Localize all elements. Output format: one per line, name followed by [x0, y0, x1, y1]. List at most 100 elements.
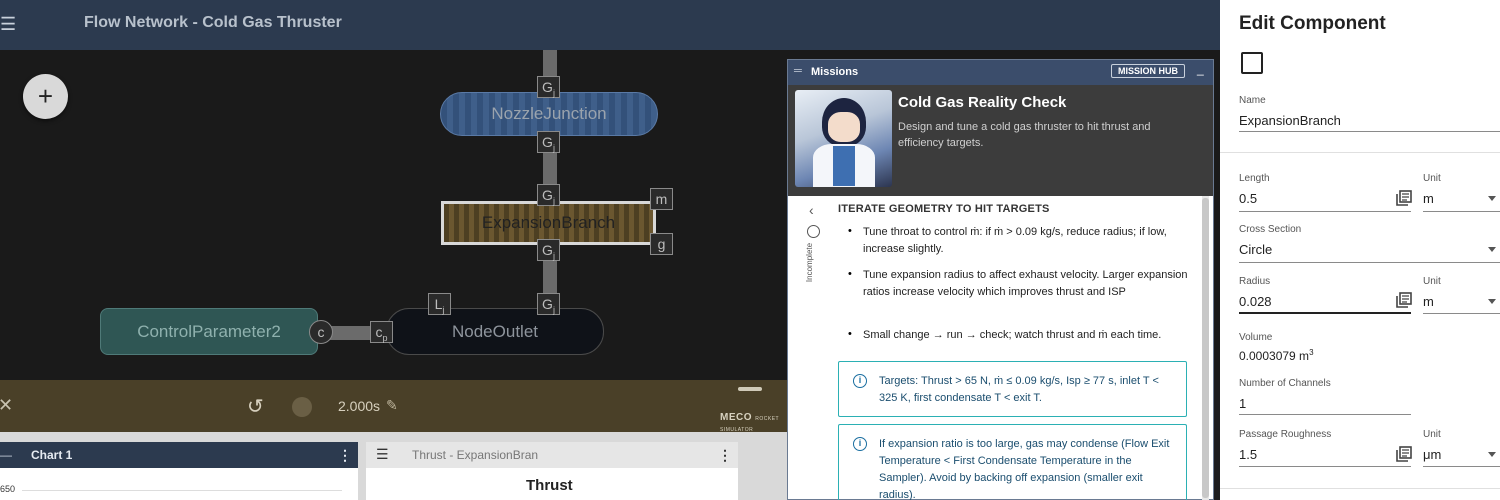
drag-icon[interactable]: ☰ — [376, 446, 389, 463]
cross-section-underline — [1239, 262, 1500, 263]
edit-component-panel: Edit Component Name ExpansionBranch Leng… — [1220, 0, 1500, 500]
y-tick: 650 — [0, 484, 16, 494]
chevron-down-icon[interactable] — [1488, 452, 1496, 457]
close-icon[interactable]: ✕ — [0, 395, 13, 416]
grid-line — [22, 490, 342, 491]
mission-summary: Cold Gas Reality Check Design and tune a… — [788, 85, 1213, 196]
roughness-unit-label: Unit — [1423, 429, 1441, 440]
mission-title: Cold Gas Reality Check — [898, 94, 1067, 111]
roughness-label: Passage Roughness — [1239, 429, 1332, 440]
length-unit-label: Unit — [1423, 173, 1441, 184]
add-component-button[interactable]: + — [23, 74, 68, 119]
node-outlet[interactable]: NodeOutlet — [386, 308, 604, 355]
length-label: Length — [1239, 173, 1270, 184]
radius-label: Radius — [1239, 276, 1271, 287]
length-unit-select[interactable]: m — [1423, 191, 1434, 206]
divider — [1220, 152, 1500, 153]
port-cp[interactable]: cp — [370, 321, 393, 343]
missions-header: ═ Missions MISSION HUB _ — [788, 60, 1213, 85]
drag-icon[interactable]: — — [0, 448, 12, 462]
edit-time-icon[interactable]: ✎ — [386, 397, 398, 414]
scrollbar-thumb[interactable] — [1202, 198, 1209, 498]
cross-section-select[interactable]: Circle — [1239, 242, 1272, 257]
status-label: Incomplete — [805, 242, 815, 283]
back-chevron-icon[interactable]: ‹ — [809, 202, 814, 218]
chart-card-1: — Chart 1 ⋮ 650 — [0, 442, 358, 500]
port-c[interactable]: c — [309, 320, 333, 344]
roughness-underline — [1239, 466, 1411, 467]
node-control-parameter[interactable]: ControlParameter2 — [100, 308, 318, 355]
bullet-dot: • — [848, 328, 852, 340]
component-checkbox[interactable] — [1241, 52, 1263, 74]
more-icon[interactable]: ⋮ — [718, 447, 732, 464]
divider — [1220, 488, 1500, 489]
radius-unit-underline — [1423, 313, 1500, 314]
more-icon[interactable]: ⋮ — [338, 447, 352, 464]
roughness-input[interactable]: 1.5 — [1239, 447, 1257, 462]
mission-hub-button[interactable]: MISSION HUB — [1111, 64, 1186, 78]
scrollbar[interactable] — [1202, 196, 1209, 500]
sim-time: 2.000s — [338, 398, 381, 414]
panel-title: Edit Component — [1239, 13, 1386, 34]
condensation-text: If expansion ratio is too large, gas may… — [879, 438, 1170, 500]
port-g-out[interactable]: Gj — [537, 131, 560, 153]
hamburger-icon[interactable]: ☰ — [0, 14, 16, 34]
condensation-infobox: i If expansion ratio is too large, gas m… — [838, 424, 1187, 500]
bullet-1: Tune throat to control ṁ: if ṁ > 0.09 kg… — [863, 226, 1167, 255]
name-input[interactable]: ExpansionBranch — [1239, 113, 1341, 128]
status-circle-icon — [807, 225, 820, 238]
chart-title-1: Chart 1 — [31, 448, 73, 462]
length-unit-underline — [1423, 211, 1500, 212]
top-app-bar: ☰ Flow Network - Cold Gas Thruster — [0, 0, 1220, 50]
radius-input[interactable]: 0.028 — [1239, 294, 1272, 309]
port-g-out-expansion[interactable]: Gj — [537, 239, 560, 261]
library-icon[interactable] — [1396, 190, 1412, 206]
chart-header-1: — Chart 1 ⋮ — [0, 442, 358, 468]
info-icon: i — [853, 374, 867, 388]
missions-panel: ═ Missions MISSION HUB _ Cold Gas Realit… — [787, 59, 1214, 500]
info-icon: i — [853, 437, 867, 451]
radius-unit-select[interactable]: m — [1423, 294, 1434, 309]
length-input[interactable]: 0.5 — [1239, 191, 1257, 206]
port-l[interactable]: Lj — [428, 293, 451, 315]
roughness-unit-underline — [1423, 466, 1500, 467]
port-g-in[interactable]: Gj — [537, 76, 560, 98]
chart-title-2: Thrust - ExpansionBran — [412, 448, 539, 462]
chart-header-2: ☰ Thrust - ExpansionBran ⋮ — [366, 442, 738, 468]
mission-character-image — [795, 90, 892, 187]
radius-unit-label: Unit — [1423, 276, 1441, 287]
port-m[interactable]: m — [650, 188, 673, 210]
drag-icon[interactable]: ═ — [794, 65, 802, 77]
brand-logo: MECO ROCKET SIMULATOR — [720, 412, 780, 433]
chart-heading: Thrust — [526, 477, 573, 494]
simulation-toolbar: ✕ ↺ 2.000s ✎ MECO ROCKET SIMULATOR — [0, 380, 790, 433]
volume-value: 0.0003079 m3 — [1239, 348, 1314, 363]
port-g-outlet[interactable]: Gj — [537, 293, 560, 315]
bullet-dot: • — [848, 268, 852, 280]
port-g[interactable]: g — [650, 233, 673, 255]
page-title: Flow Network - Cold Gas Thruster — [84, 14, 342, 31]
chevron-down-icon[interactable] — [1488, 247, 1496, 252]
channels-input[interactable]: 1 — [1239, 396, 1246, 411]
name-underline — [1239, 131, 1500, 132]
targets-text: Targets: Thrust > 65 N, ṁ ≤ 0.09 kg/s, I… — [879, 375, 1159, 404]
bullet-2: Tune expansion radius to affect exhaust … — [863, 269, 1188, 298]
library-icon[interactable] — [1396, 446, 1412, 462]
chevron-down-icon[interactable] — [1488, 196, 1496, 201]
minimize-button[interactable]: _ — [1197, 62, 1204, 76]
cross-section-label: Cross Section — [1239, 224, 1302, 235]
reset-icon[interactable]: ↺ — [247, 394, 264, 419]
chart-card-2: ☰ Thrust - ExpansionBran ⋮ Thrust — [366, 442, 738, 500]
run-button[interactable] — [292, 397, 312, 417]
library-icon[interactable] — [1396, 292, 1412, 308]
chevron-down-icon[interactable] — [1488, 299, 1496, 304]
step-title: ITERATE GEOMETRY TO HIT TARGETS — [838, 203, 1050, 215]
port-g-in-expansion[interactable]: Gj — [537, 184, 560, 206]
roughness-unit-select[interactable]: μm — [1423, 447, 1441, 462]
pipe-control-outlet — [330, 326, 375, 340]
length-underline — [1239, 211, 1411, 212]
drag-handle[interactable] — [738, 387, 762, 391]
channels-underline — [1239, 414, 1411, 415]
targets-infobox: i Targets: Thrust > 65 N, ṁ ≤ 0.09 kg/s,… — [838, 361, 1187, 417]
bullet-3: Small change → run → check; watch thrust… — [863, 329, 1162, 341]
